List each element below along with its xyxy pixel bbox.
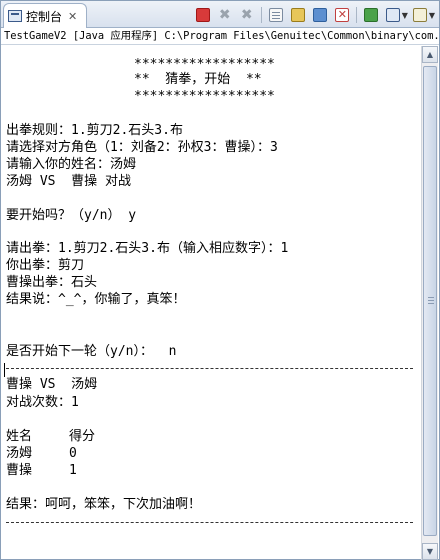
pin-console-button[interactable] (310, 6, 330, 25)
text-caret (4, 363, 5, 377)
toolbar-separator (355, 7, 357, 23)
divider-top (6, 368, 413, 369)
process-label: TestGameV2 [Java 应用程序] C:\Program Files\… (1, 28, 439, 45)
display-selected-console-icon (363, 8, 378, 22)
banner-bottom: ****************** (134, 89, 275, 104)
console-view: 控制台 ✕ ✖ ✖ ▼ ▼ TestGameV2 [Java 应用程序] C:\… (0, 0, 440, 560)
chevron-down-icon[interactable]: ▼ (429, 11, 435, 20)
clear-console-icon (268, 8, 283, 22)
rounds-line: 对战次数：1 (6, 395, 79, 410)
remove-launch-button[interactable]: ✖ (215, 6, 235, 25)
word-wrap-icon (334, 8, 349, 22)
grip-icon (428, 297, 434, 298)
console-tab[interactable]: 控制台 ✕ (3, 3, 87, 28)
table-header-score: 得分 (69, 429, 96, 444)
result-say-line: 结果说：^_^，你输了，真笨！ (6, 292, 186, 307)
choose-opponent-line: 请选择对方角色（1：刘备2：孙权3：曹操）：3 (6, 140, 278, 155)
table-row-name: 汤姆 (6, 446, 33, 461)
final-result-line: 结果：呵呵，笨笨，下次加油啊！ (6, 497, 202, 512)
scroll-up-icon[interactable]: ▲ (422, 46, 438, 63)
display-selected-console-button[interactable] (361, 6, 381, 25)
next-round-line: 是否开始下一轮（y/n）： n (6, 344, 177, 359)
open-console-button[interactable] (383, 6, 403, 25)
versus-line: 汤姆 VS 曹操 对战 (6, 174, 131, 189)
remove-all-button[interactable]: ✖ (237, 6, 257, 25)
word-wrap-button[interactable] (332, 6, 352, 25)
scroll-lock-icon (290, 8, 305, 22)
console-toolbar: ✖ ✖ ▼ ▼ (193, 5, 435, 25)
console-tab-label: 控制台 (26, 9, 63, 24)
clear-console-button[interactable] (266, 6, 286, 25)
pin-console-icon (312, 8, 327, 22)
cpu-played-line: 曹操出拳：石头 (6, 275, 98, 290)
table-row-score: 0 (69, 446, 77, 461)
new-console-button[interactable] (410, 6, 430, 25)
view-tab-bar: 控制台 ✕ ✖ ✖ ▼ ▼ (1, 1, 439, 28)
remove-all-icon: ✖ (240, 7, 253, 23)
banner-title: ** 猜拳，开始 ** (134, 72, 262, 87)
table-header-name: 姓名 (6, 429, 33, 444)
table-row-name: 曹操 (6, 463, 33, 478)
close-icon[interactable]: ✕ (68, 10, 77, 23)
divider-bottom (6, 522, 413, 523)
console-icon (8, 10, 22, 22)
toolbar-separator (260, 7, 262, 23)
start-prompt-line: 要开始吗？（y/n） y (6, 208, 137, 223)
scroll-down-icon[interactable]: ▼ (422, 543, 438, 560)
stop-icon (195, 8, 210, 22)
rules-line: 出拳规则：1.剪刀2.石头3.布 (6, 123, 183, 138)
new-console-icon (412, 8, 427, 22)
scroll-thumb[interactable] (423, 66, 437, 536)
open-console-icon (385, 8, 400, 22)
play-prompt-line: 请出拳：1.剪刀2.石头3.布（输入相应数字）：1 (6, 241, 289, 256)
vertical-scrollbar[interactable]: ▲ ▼ (421, 46, 438, 560)
table-row-score: 1 (69, 463, 77, 478)
console-output[interactable]: ****************** ** 猜拳，开始 ** *********… (1, 46, 421, 560)
scroll-lock-button[interactable] (288, 6, 308, 25)
terminate-button[interactable] (193, 6, 213, 25)
remove-launch-icon: ✖ (218, 7, 231, 23)
summary-vs-line: 曹操 VS 汤姆 (6, 377, 98, 392)
you-played-line: 你出拳：剪刀 (6, 258, 85, 273)
enter-name-line: 请输入你的姓名：汤姆 (6, 157, 137, 172)
chevron-down-icon[interactable]: ▼ (402, 11, 408, 20)
